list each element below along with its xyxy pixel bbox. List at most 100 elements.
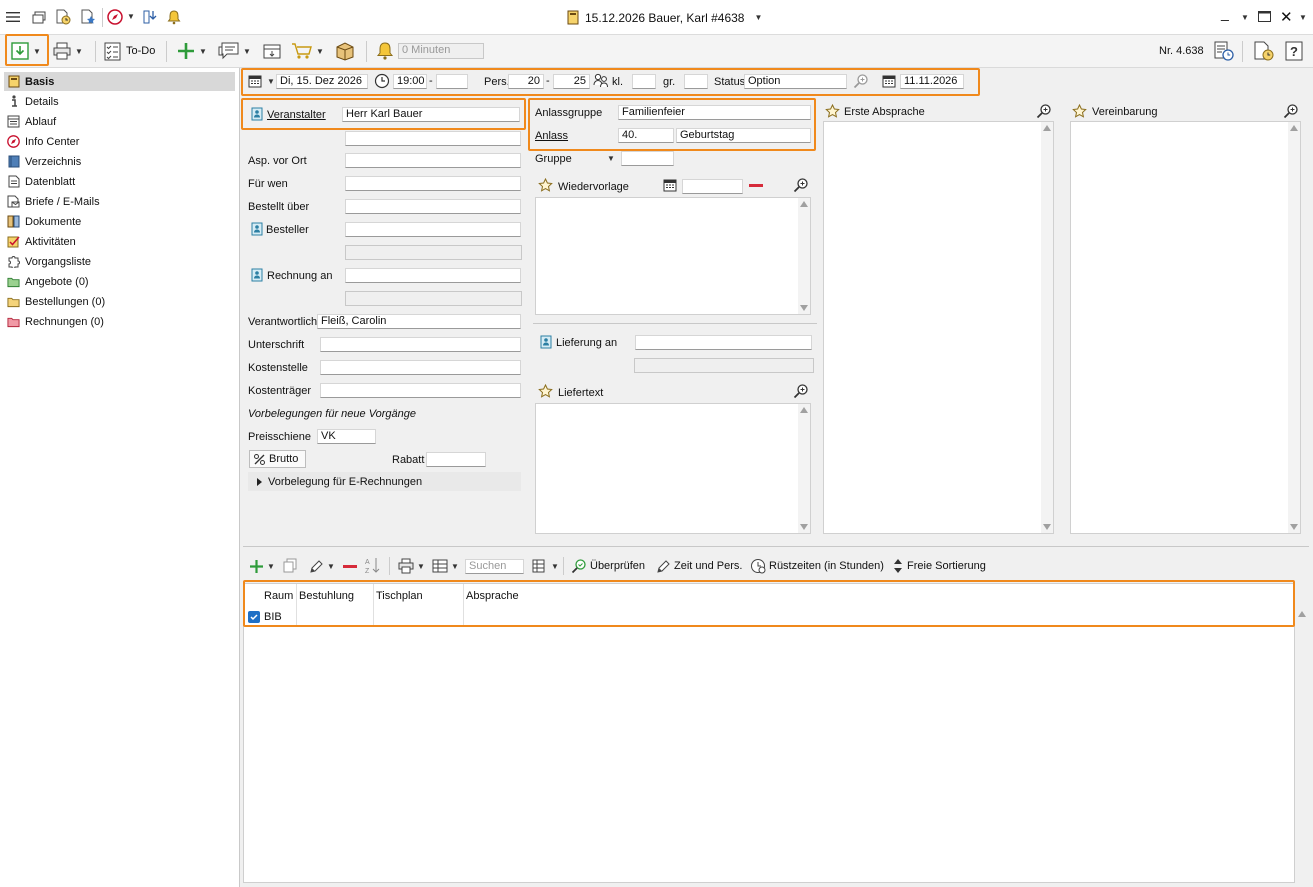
sidebar-item-dokumente[interactable]: Dokumente — [4, 212, 235, 231]
zoom-icon[interactable] — [853, 73, 869, 89]
kostenstelle-field[interactable] — [320, 360, 521, 375]
sidebar-item-angebote[interactable]: Angebote (0) — [4, 272, 235, 291]
time-to-field[interactable] — [436, 74, 468, 89]
add-button[interactable]: ▼ — [176, 39, 207, 63]
remove-icon[interactable] — [749, 184, 763, 187]
chevron-down-icon[interactable]: ▼ — [243, 47, 251, 56]
zoom-icon[interactable] — [1036, 103, 1052, 119]
star-icon[interactable] — [825, 104, 840, 119]
contact-card-icon[interactable] — [540, 335, 552, 349]
remove-icon[interactable] — [343, 565, 357, 568]
table-row[interactable]: BIB — [244, 609, 1284, 626]
liefertext-textarea[interactable] — [535, 403, 811, 534]
reminder-minutes-input[interactable]: 0 Minuten — [398, 43, 484, 59]
grid-columns-button[interactable]: ▼ — [432, 556, 459, 576]
calendar-icon[interactable] — [882, 74, 896, 88]
lieferung-an-field[interactable] — [635, 335, 812, 350]
scrollbar[interactable] — [1296, 608, 1308, 882]
chevron-down-icon[interactable]: ▼ — [199, 47, 207, 56]
grid-col-absprache[interactable]: Absprache — [466, 590, 519, 602]
zeit-pers-button[interactable]: Zeit und Pers. — [656, 556, 742, 576]
help-icon[interactable]: ? — [1285, 41, 1303, 61]
grid-search-input[interactable]: Suchen — [465, 559, 524, 574]
bell-icon[interactable] — [376, 41, 394, 61]
kl-field[interactable] — [632, 74, 656, 89]
clock-document-icon[interactable] — [1253, 40, 1275, 62]
download-bookmark-icon[interactable] — [142, 9, 158, 25]
gr-field[interactable] — [684, 74, 708, 89]
veranstalter-field[interactable]: Herr Karl Bauer — [342, 107, 520, 122]
vereinbarung-textarea[interactable] — [1070, 121, 1301, 534]
package-button[interactable] — [334, 39, 356, 63]
chevron-down-icon[interactable]: ▼ — [1299, 13, 1307, 22]
erechnung-expander[interactable]: Vorbelegung für E-Rechnungen — [248, 472, 521, 491]
sidebar-item-briefe[interactable]: Briefe / E-Mails — [4, 192, 235, 211]
cart-button[interactable]: ▼ — [291, 39, 324, 63]
bell-icon[interactable] — [166, 9, 182, 25]
sortierung-button[interactable]: Freie Sortierung — [892, 556, 986, 576]
sort-az-icon[interactable]: AZ — [365, 557, 381, 574]
anlass-label[interactable]: Anlass — [535, 130, 568, 142]
scrollbar[interactable] — [1041, 122, 1053, 533]
chevron-down-icon[interactable]: ▼ — [607, 154, 615, 163]
pers-max-field[interactable]: 25 — [553, 74, 590, 89]
zoom-icon[interactable] — [1283, 103, 1299, 119]
print-button[interactable]: ▼ — [52, 39, 83, 63]
sidebar-item-basis[interactable]: Basis — [4, 72, 235, 91]
windows-icon[interactable] — [31, 10, 46, 25]
check-button[interactable]: Überprüfen — [571, 556, 645, 576]
sidebar-item-datenblatt[interactable]: Datenblatt — [4, 172, 235, 191]
window-title-group[interactable]: 15.12.2026 Bauer, Karl #4638 ▼ — [566, 10, 762, 25]
grid-col-raum[interactable]: Raum — [264, 590, 293, 602]
scrollbar[interactable] — [798, 404, 810, 533]
time-from-field[interactable]: 19:00 — [393, 74, 427, 89]
zoom-icon[interactable] — [793, 383, 809, 399]
brutto-toggle-button[interactable]: Brutto — [249, 450, 306, 468]
zoom-icon[interactable] — [793, 177, 809, 193]
gruppe-field[interactable] — [621, 151, 674, 166]
chevron-down-icon[interactable]: ▼ — [417, 562, 425, 571]
ruestzeiten-button[interactable]: Rüstzeiten (in Stunden) — [750, 556, 884, 576]
erste-absprache-textarea[interactable] — [823, 121, 1054, 534]
grid-col-bestuhlung[interactable]: Bestuhlung — [299, 590, 354, 602]
calendar-icon[interactable] — [663, 178, 677, 192]
verantwortlich-field[interactable]: Fleiß, Carolin — [317, 314, 521, 329]
recent-document-icon[interactable] — [55, 9, 71, 25]
star-icon[interactable] — [538, 384, 553, 399]
wiedervorlage-textarea[interactable] — [535, 197, 811, 315]
favorites-icon[interactable] — [80, 9, 96, 25]
contact-card-icon[interactable] — [251, 268, 263, 282]
grid-view-button[interactable]: ▼ — [532, 556, 559, 576]
calendar-icon[interactable] — [248, 74, 262, 88]
kostentraeger-field[interactable] — [320, 383, 521, 398]
sidebar-item-vorgangsliste[interactable]: Vorgangsliste — [4, 252, 235, 271]
chevron-down-icon[interactable]: ▼ — [316, 47, 324, 56]
star-icon[interactable] — [538, 178, 553, 193]
history-icon[interactable] — [1213, 40, 1235, 62]
besteller-field[interactable] — [345, 222, 521, 237]
anlass-field[interactable]: Geburtstag — [676, 128, 811, 143]
room-grid[interactable]: Raum Bestuhlung Tischplan Absprache BIB — [243, 583, 1308, 883]
chevron-down-icon[interactable]: ▼ — [754, 13, 762, 22]
anlassgruppe-field[interactable]: Familienfeier — [618, 105, 811, 120]
chevron-down-icon[interactable]: ▼ — [127, 12, 135, 21]
sidebar-item-bestellungen[interactable]: Bestellungen (0) — [4, 292, 235, 311]
date-field[interactable]: Di, 15. Dez 2026 — [276, 74, 368, 89]
navigation-compass-icon[interactable] — [107, 9, 123, 25]
close-button[interactable]: ✕ — [1280, 8, 1293, 26]
anlass-code-field[interactable]: 40. — [618, 128, 674, 143]
chevron-down-icon[interactable]: ▼ — [451, 562, 459, 571]
sidebar-item-verzeichnis[interactable]: Verzeichnis — [4, 152, 235, 171]
save-button[interactable]: ▼ — [10, 39, 41, 63]
grid-print-button[interactable]: ▼ — [398, 556, 425, 576]
fuer-wen-field[interactable] — [345, 176, 521, 191]
scrollbar[interactable] — [1288, 122, 1300, 533]
pers-min-field[interactable]: 20 — [508, 74, 544, 89]
row-checkbox[interactable] — [248, 611, 260, 623]
status-field[interactable]: Option — [744, 74, 847, 89]
scrollbar[interactable] — [798, 198, 810, 314]
hamburger-menu-icon[interactable] — [6, 10, 20, 24]
bestellt-ueber-field[interactable] — [345, 199, 521, 214]
unterschrift-field[interactable] — [320, 337, 521, 352]
message-button[interactable]: ▼ — [218, 39, 251, 63]
